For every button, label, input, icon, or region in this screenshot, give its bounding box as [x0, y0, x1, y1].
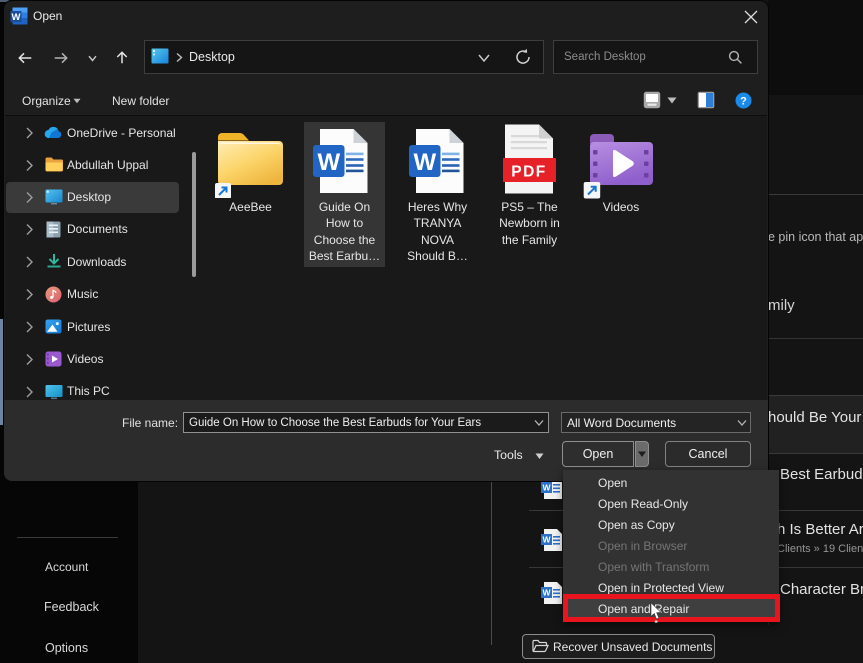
svg-text:W: W [542, 535, 551, 545]
svg-text:?: ? [740, 95, 747, 107]
svg-text:W: W [12, 12, 21, 23]
svg-text:W: W [542, 483, 551, 493]
svg-text:W: W [317, 149, 340, 176]
svg-text:W: W [413, 149, 436, 176]
svg-text:PDF: PDF [511, 164, 547, 181]
svg-text:W: W [542, 588, 551, 598]
